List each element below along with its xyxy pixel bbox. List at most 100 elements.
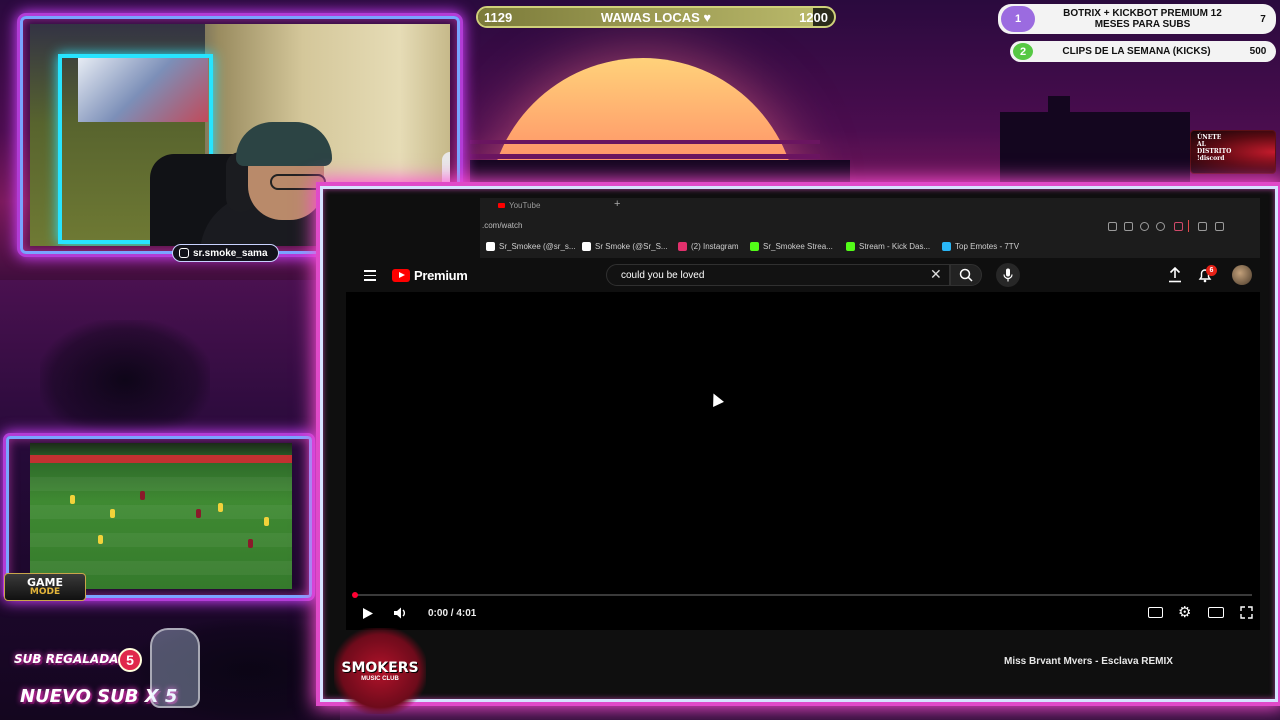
kick-icon bbox=[846, 242, 855, 251]
download-icon[interactable] bbox=[1215, 222, 1224, 231]
youtube-search-input[interactable] bbox=[606, 264, 950, 286]
pitch-stripe bbox=[30, 477, 292, 491]
tiktok-icon bbox=[486, 242, 495, 251]
instagram-handle: sr.smoke_sama bbox=[193, 247, 268, 259]
video-progress-track[interactable] bbox=[354, 594, 1252, 596]
upload-button[interactable] bbox=[1168, 266, 1182, 288]
goal-value: 7 bbox=[1260, 13, 1266, 25]
discord-badge-line: !discord bbox=[1197, 154, 1225, 162]
stadium-ad-board bbox=[30, 455, 292, 463]
smokers-music-club-logo: SMOKERS MUSIC CLUB bbox=[334, 628, 426, 714]
voice-search-button[interactable] bbox=[996, 263, 1020, 287]
heart-icon[interactable] bbox=[1174, 222, 1183, 231]
discord-join-badge[interactable]: ÚNETE AL DISTRITO !discord bbox=[1190, 130, 1276, 174]
bookmark-label: (2) Instagram bbox=[691, 242, 739, 251]
youtube-logo-text: Premium bbox=[414, 268, 468, 283]
account-avatar[interactable] bbox=[1232, 265, 1252, 285]
goal-title: CLIPS DE LA SEMANA (KICKS) bbox=[1062, 46, 1211, 57]
sun-stripe bbox=[470, 154, 820, 159]
play-extension-icon[interactable] bbox=[1156, 222, 1165, 231]
progress-goal-value: 1200 bbox=[799, 10, 828, 25]
bookmark-item[interactable]: Sr_Smokee (@sr_s... bbox=[486, 242, 576, 251]
shield-icon[interactable] bbox=[1140, 222, 1149, 231]
instagram-icon bbox=[678, 242, 687, 251]
goal-value: 500 bbox=[1249, 46, 1267, 57]
upload-icon bbox=[1169, 266, 1181, 283]
youtube-favicon-icon bbox=[498, 203, 505, 208]
wawas-progress-bar: 1129 WAWAS LOCAS ♥ 1200 bbox=[476, 6, 836, 28]
browser-tab-title: YouTube bbox=[509, 201, 541, 210]
search-icon bbox=[959, 268, 973, 282]
goal-number: 2 bbox=[1013, 43, 1033, 60]
bookmark-item[interactable]: Top Emotes - 7TV bbox=[942, 242, 1019, 251]
sub-gift-label: SUB REGALADA X bbox=[14, 652, 132, 666]
address-bar-url[interactable]: .com/watch bbox=[482, 221, 522, 230]
smokers-logo-title: SMOKERS bbox=[341, 660, 419, 676]
window-icon[interactable] bbox=[1124, 222, 1133, 231]
bookmark-label: Sr_Smokee Strea... bbox=[763, 242, 833, 251]
sub-gift-count: 5 bbox=[118, 648, 142, 672]
video-player[interactable] bbox=[346, 292, 1260, 630]
new-tab-icon[interactable]: + bbox=[614, 198, 620, 210]
football-player bbox=[196, 509, 201, 518]
subtitles-icon[interactable] bbox=[1148, 607, 1163, 618]
bookmark-item[interactable]: Sr_Smokee Strea... bbox=[750, 242, 833, 251]
goal-row-1: 1 BOTRIX + KICKBOT PREMIUM 12 MESES PARA… bbox=[998, 4, 1276, 34]
browser-tab[interactable]: YouTube bbox=[498, 201, 540, 210]
volume-icon bbox=[394, 607, 405, 619]
microphone-icon bbox=[1003, 268, 1013, 282]
settings-gear-icon[interactable]: ⚙ bbox=[1178, 605, 1191, 620]
instagram-icon bbox=[179, 248, 189, 258]
7tv-icon bbox=[942, 242, 951, 251]
football-player bbox=[218, 503, 223, 512]
football-player bbox=[140, 491, 145, 500]
goal-title: BOTRIX + KICKBOT PREMIUM 12 MESES PARA S… bbox=[1035, 8, 1250, 30]
volume-button[interactable] bbox=[393, 606, 408, 625]
bookmark-item[interactable]: Sr Smoke (@Sr_S... bbox=[582, 242, 668, 251]
game-mode-badge: GAME MODE bbox=[4, 573, 86, 601]
bookmark-label: Stream - Kick Das... bbox=[859, 242, 931, 251]
next-video-title[interactable]: Miss Bryant Myers - Esclava REMIX bbox=[1004, 656, 1204, 664]
theater-mode-icon[interactable] bbox=[1208, 607, 1224, 618]
profile-icon[interactable] bbox=[1198, 222, 1207, 231]
smokers-logo-subtitle: MUSIC CLUB bbox=[361, 676, 399, 682]
football-player bbox=[248, 539, 253, 548]
skyscraper bbox=[1048, 96, 1070, 116]
bong-graphic bbox=[150, 628, 200, 708]
play-icon bbox=[363, 608, 373, 619]
search-button[interactable] bbox=[950, 264, 982, 286]
progress-title: WAWAS LOCAS ♥ bbox=[600, 10, 712, 25]
video-scrubber-handle[interactable] bbox=[352, 592, 358, 598]
clear-search-icon[interactable]: ✕ bbox=[930, 266, 942, 283]
bookmark-label: Sr Smoke (@Sr_S... bbox=[595, 242, 668, 251]
video-time-display: 0:00 / 4:01 bbox=[428, 608, 477, 619]
sun-stripe bbox=[470, 140, 820, 144]
bookmark-item[interactable]: Stream - Kick Das... bbox=[846, 242, 930, 251]
youtube-logo-icon bbox=[392, 269, 410, 282]
youtube-premium-logo[interactable]: Premium bbox=[392, 268, 468, 283]
discord-badge-line: ÚNETE bbox=[1197, 134, 1222, 141]
football-player bbox=[98, 535, 103, 544]
fullscreen-icon bbox=[1240, 606, 1253, 619]
play-button[interactable] bbox=[362, 607, 374, 625]
toolbar-divider bbox=[1188, 220, 1189, 232]
streamer-cap bbox=[236, 122, 332, 166]
bookmark-item[interactable]: (2) Instagram bbox=[678, 242, 739, 251]
palm-tree-silhouette bbox=[40, 320, 210, 440]
x-icon bbox=[582, 242, 591, 251]
fullscreen-button[interactable] bbox=[1240, 606, 1253, 624]
football-player bbox=[70, 495, 75, 504]
streamer-glasses bbox=[270, 174, 326, 190]
bookmark-icon[interactable] bbox=[1108, 222, 1117, 231]
pitch-stripe bbox=[30, 505, 292, 519]
kick-icon bbox=[750, 242, 759, 251]
game-capture-feed bbox=[30, 443, 292, 589]
hamburger-menu-icon[interactable] bbox=[364, 270, 376, 281]
instagram-handle-tag[interactable]: sr.smoke_sama bbox=[172, 244, 279, 262]
bookmark-label: Sr_Smokee (@sr_s... bbox=[499, 242, 576, 251]
goal-number: 1 bbox=[1001, 6, 1035, 32]
bookmark-label: Top Emotes - 7TV bbox=[955, 242, 1020, 251]
game-mode-line: MODE bbox=[29, 587, 61, 597]
notification-count-badge: 6 bbox=[1206, 265, 1217, 276]
goal-title-line: MESES PARA SUBS bbox=[1094, 19, 1191, 30]
